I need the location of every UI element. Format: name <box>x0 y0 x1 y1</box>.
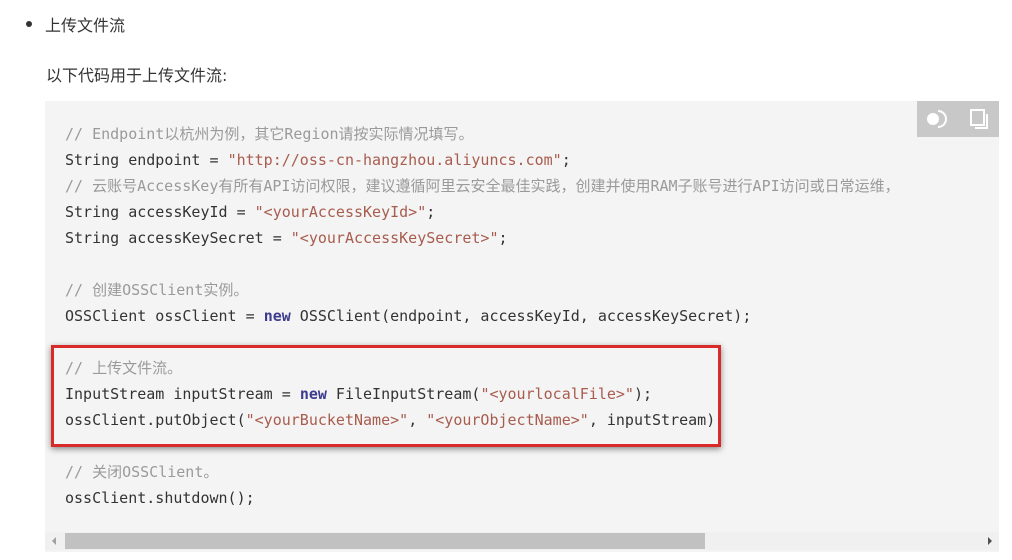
arrow-right-icon <box>988 537 992 545</box>
code-line: // 上传文件流。 <box>65 355 900 381</box>
code-token: // Endpoint以杭州为例，其它Region请按实际情况填写。 <box>65 125 474 143</box>
section-title: 上传文件流 <box>45 16 126 35</box>
code-token: "<yourAccessKeyId>" <box>254 203 427 221</box>
code-token: ; <box>426 203 436 221</box>
copy-button[interactable] <box>965 105 993 133</box>
code-token: OSSClient ossClient = <box>65 307 264 325</box>
code-token: "<yourAccessKeySecret>" <box>290 229 499 247</box>
code-line: // 创建OSSClient实例。 <box>65 277 900 303</box>
code-token: new <box>263 307 291 325</box>
code-token: String endpoint = <box>65 151 228 169</box>
code-token: ossClient.shutdown(); <box>65 489 255 507</box>
code-token: , <box>408 411 427 429</box>
code-line: // 关闭OSSClient。 <box>65 459 900 485</box>
code-token: FileInputStream( <box>326 385 481 403</box>
code-line: ossClient.putObject("<yourBucketName>" , … <box>65 407 900 433</box>
theme-toggle-icon <box>926 110 947 128</box>
code-token: // 创建OSSClient实例。 <box>65 281 249 299</box>
code-token: InputStream inputStream = <box>65 385 300 403</box>
code-token: // 关闭OSSClient。 <box>65 463 219 481</box>
code-token: String accessKeySecret = <box>65 229 291 247</box>
code-token: "<yourlocalFile>" <box>480 385 634 403</box>
code-line: String endpoint = "http://oss-cn-hangzho… <box>65 147 900 173</box>
code-token: ); <box>633 385 653 403</box>
copy-icon <box>969 109 988 129</box>
bullet-item: 上传文件流 <box>26 12 125 36</box>
code-line: ossClient.shutdown(); <box>65 485 900 511</box>
scroll-right-button[interactable] <box>981 532 999 550</box>
code-block: // Endpoint以杭州为例，其它Region请按实际情况填写。 String… <box>45 101 999 552</box>
scrollbar-thumb[interactable] <box>65 533 705 549</box>
theme-toggle-button[interactable] <box>924 105 952 133</box>
code-token: String accessKeyId = <box>65 203 255 221</box>
code-line: InputStream inputStream = new FileInputS… <box>65 381 900 407</box>
horizontal-scrollbar[interactable] <box>45 532 999 550</box>
code-token: "http://oss-cn-hangzhou.aliyuncs.com" <box>227 151 562 169</box>
code-token: ; <box>561 151 571 169</box>
code-token: ; <box>498 229 508 247</box>
code-token: // 云账号AccessKey有所有API访问权限，建议遵循阿里云安全最佳实践，… <box>65 177 900 195</box>
code-token: "<yourBucketName>" <box>245 411 409 429</box>
code-line: // 云账号AccessKey有所有API访问权限，建议遵循阿里云安全最佳实践，… <box>65 173 900 199</box>
code-line: String accessKeySecret = "<yourAccessKey… <box>65 225 900 251</box>
scroll-left-button[interactable] <box>45 532 63 550</box>
code-line: // Endpoint以杭州为例，其它Region请按实际情况填写。 <box>65 121 900 147</box>
code-content: // Endpoint以杭州为例，其它Region请按实际情况填写。 String… <box>65 121 900 511</box>
intro-text: 以下代码用于上传文件流: <box>46 66 228 85</box>
code-line: OSSClient ossClient = new OSSClient(endp… <box>65 303 900 329</box>
code-token: new <box>299 385 327 403</box>
arrow-left-icon <box>52 537 56 545</box>
code-line: String accessKeyId = "<yourAccessKeyId>"… <box>65 199 900 225</box>
code-token: OSSClient(endpoint, accessKeyId, accessK… <box>290 307 752 325</box>
code-token: "<yourObjectName>" <box>426 411 589 429</box>
code-token: ossClient.putObject( <box>65 411 246 429</box>
code-toolbar <box>917 101 999 137</box>
code-token: , inputStream); <box>588 411 725 429</box>
bullet-dot <box>26 21 32 27</box>
code-token: // 上传文件流。 <box>65 359 183 377</box>
